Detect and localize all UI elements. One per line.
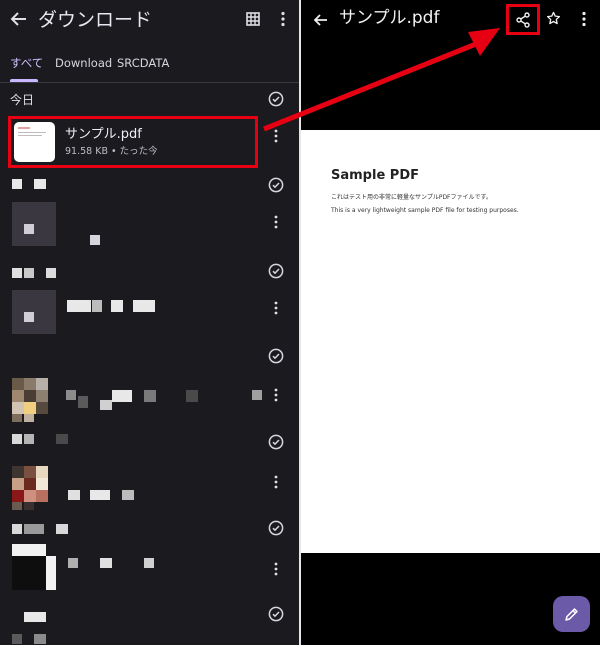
tab-bar: すべて Download SRCDATA bbox=[0, 48, 299, 82]
back-arrow-icon[interactable] bbox=[10, 10, 28, 28]
file-meta: 91.58 KB • たった今 bbox=[65, 146, 158, 157]
page-title: ダウンロード bbox=[38, 9, 153, 31]
more-vert-icon[interactable] bbox=[274, 475, 278, 489]
pdf-thumbnail bbox=[14, 122, 55, 162]
share-button[interactable] bbox=[506, 4, 540, 35]
section-header: 今日 bbox=[10, 93, 35, 107]
tab-divider bbox=[0, 82, 299, 83]
share-icon[interactable] bbox=[515, 12, 531, 28]
tab-srcdata[interactable]: SRCDATA bbox=[117, 55, 169, 71]
edit-icon bbox=[565, 608, 578, 621]
more-vert-icon[interactable] bbox=[274, 562, 278, 576]
viewer-title: サンプル.pdf bbox=[339, 8, 440, 28]
file-name: サンプル.pdf bbox=[65, 127, 142, 142]
pdf-viewer-pane: サンプル.pdf Sample PDF これはテスト用の非常に軽量なサンプルPD… bbox=[301, 0, 600, 645]
more-vert-icon[interactable] bbox=[274, 129, 278, 143]
more-vert-icon[interactable] bbox=[274, 388, 278, 402]
more-vert-icon[interactable] bbox=[274, 301, 278, 315]
check-circle-icon[interactable] bbox=[268, 606, 284, 622]
tab-download[interactable]: Download bbox=[55, 55, 112, 71]
pdf-title: Sample PDF bbox=[331, 168, 419, 183]
downloads-pane: ダウンロード すべて Download SRCDATA 今日 サンプル.pdf … bbox=[0, 0, 299, 645]
check-circle-icon[interactable] bbox=[268, 520, 284, 536]
more-vert-icon[interactable] bbox=[280, 11, 286, 27]
pdf-text-line: これはテスト用の非常に軽量なサンプルPDFファイルです。 bbox=[331, 194, 492, 201]
tab-all[interactable]: すべて bbox=[10, 55, 43, 71]
more-vert-icon[interactable] bbox=[274, 215, 278, 229]
grid-view-icon[interactable] bbox=[246, 12, 260, 26]
check-circle-icon[interactable] bbox=[268, 348, 284, 364]
edit-button[interactable] bbox=[553, 596, 590, 632]
more-vert-icon[interactable] bbox=[581, 11, 587, 27]
star-icon[interactable] bbox=[546, 11, 561, 26]
pdf-text-line: This is a very lightweight sample PDF fi… bbox=[331, 207, 519, 214]
check-circle-icon[interactable] bbox=[268, 434, 284, 450]
check-circle-icon[interactable] bbox=[268, 263, 284, 279]
pdf-page[interactable]: Sample PDF これはテスト用の非常に軽量なサンプルPDFファイルです。 … bbox=[301, 130, 600, 553]
file-row-sample-pdf[interactable]: サンプル.pdf 91.58 KB • たった今 bbox=[8, 116, 258, 168]
check-circle-icon[interactable] bbox=[268, 177, 284, 193]
back-arrow-icon[interactable] bbox=[313, 12, 329, 28]
check-circle-icon[interactable] bbox=[268, 91, 284, 107]
